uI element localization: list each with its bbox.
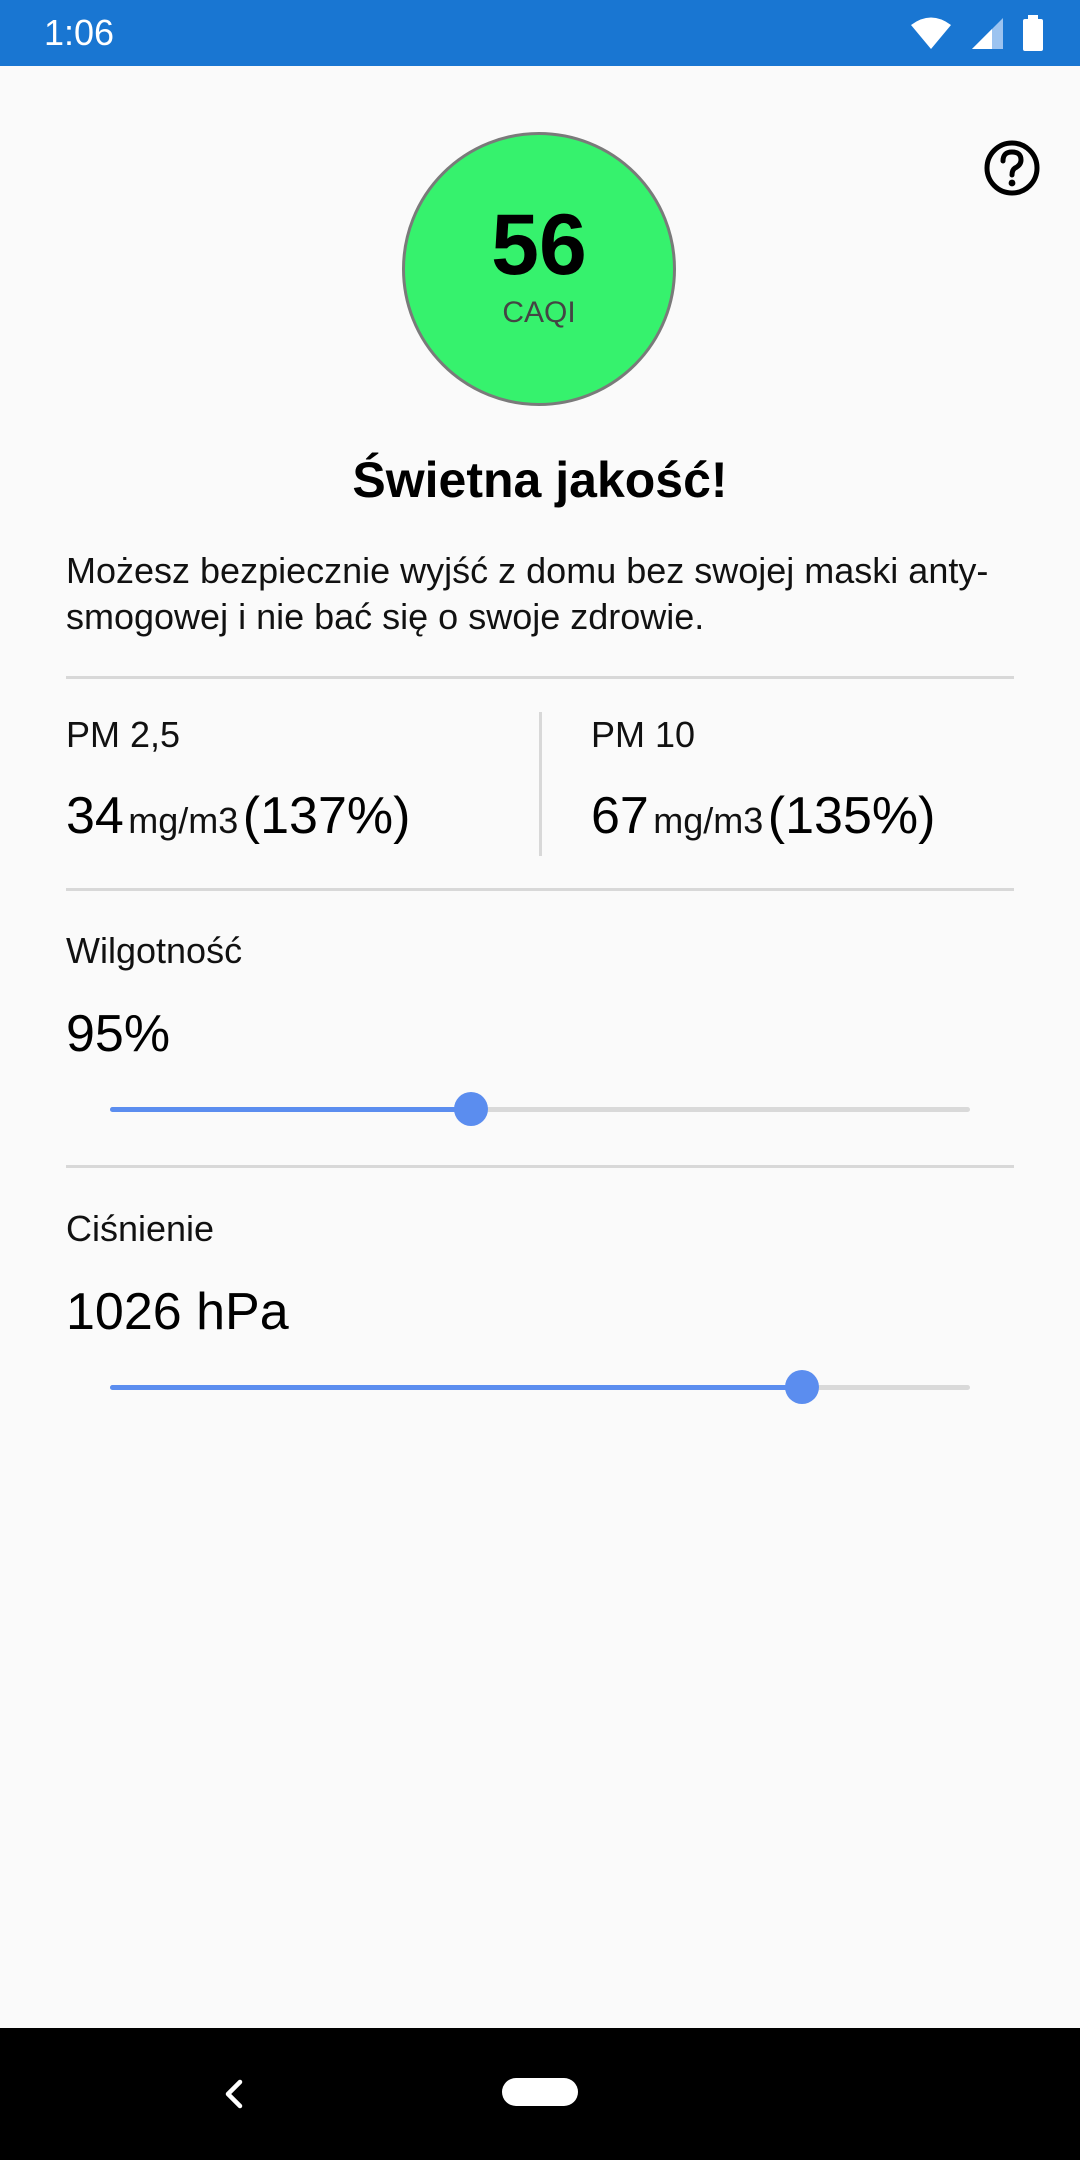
humidity-slider[interactable]	[110, 1091, 970, 1127]
divider	[66, 676, 1014, 679]
wifi-icon	[911, 17, 951, 49]
pm25-block: PM 2,5 34 mg/m3 (137%)	[66, 712, 410, 861]
pm10-percent: (135%)	[767, 787, 936, 845]
divider	[66, 888, 1014, 891]
pm25-unit: mg/m3	[128, 800, 239, 841]
slider-fill	[110, 1385, 803, 1390]
pm10-block: PM 10 67 mg/m3 (135%)	[591, 712, 935, 861]
pm10-label: PM 10	[591, 714, 696, 755]
slider-thumb[interactable]	[785, 1370, 820, 1404]
battery-icon	[1023, 15, 1043, 51]
status-icons	[910, 14, 1044, 52]
signal-icon	[972, 18, 1003, 49]
aqi-value: 56	[491, 197, 587, 293]
humidity-label: Wilgotność	[66, 930, 243, 971]
help-circle-icon	[984, 140, 1040, 196]
humidity-value: 95%	[66, 1005, 171, 1063]
aqi-indicator: 56 CAQI	[402, 132, 676, 406]
vertical-divider	[539, 712, 542, 856]
pressure-label: Ciśnienie	[66, 1208, 215, 1249]
pm25-percent: (137%)	[242, 787, 411, 845]
pm10-unit: mg/m3	[653, 800, 764, 841]
pressure-value: 1026 hPa	[66, 1283, 289, 1341]
back-chevron-icon[interactable]	[216, 2076, 252, 2112]
aqi-unit: CAQI	[502, 296, 576, 329]
pm10-value: 67	[591, 787, 649, 845]
quality-title: Świetna jakość!	[352, 452, 728, 508]
home-pill-icon[interactable]	[502, 2078, 578, 2106]
status-time: 1:06	[44, 12, 115, 53]
pm10-value-line: 67 mg/m3 (135%)	[591, 784, 935, 861]
slider-thumb[interactable]	[454, 1092, 489, 1126]
divider	[66, 1165, 1014, 1168]
pm25-value: 34	[66, 787, 124, 845]
slider-fill	[110, 1107, 472, 1112]
status-bar: 1:06	[0, 0, 1080, 66]
pm25-value-line: 34 mg/m3 (137%)	[66, 784, 410, 861]
pm25-label: PM 2,5	[66, 714, 181, 755]
pressure-slider[interactable]	[110, 1369, 970, 1405]
navigation-bar	[0, 2028, 1080, 2160]
quality-description: Możesz bezpiecznie wyjść z domu bez swoj…	[66, 550, 989, 637]
help-button[interactable]	[982, 138, 1042, 198]
